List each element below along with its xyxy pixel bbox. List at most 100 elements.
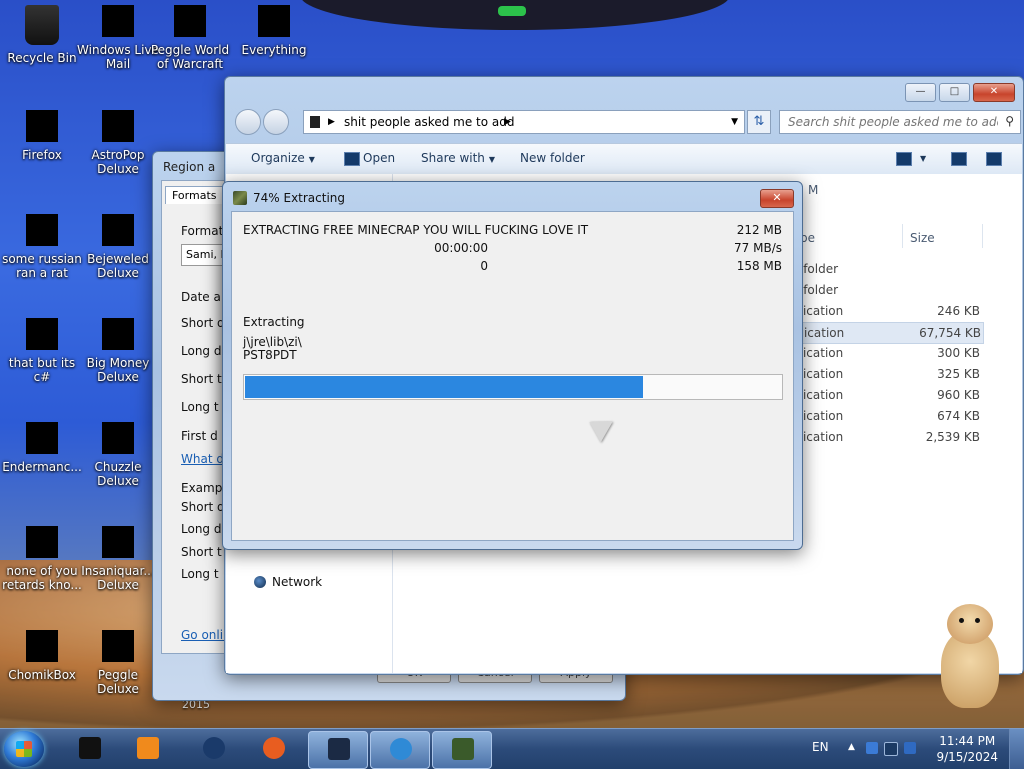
extract-dialog-content: EXTRACTING FREE MINECRAP YOU WILL FUCKIN… <box>231 211 794 541</box>
file-row[interactable]: plication 325 KB <box>792 364 982 384</box>
file-row[interactable]: plication 2,539 KB <box>792 427 982 447</box>
view-options-icon[interactable] <box>896 152 912 166</box>
chomikbox-icon <box>26 630 58 662</box>
file-size: 2,539 KB <box>925 430 980 444</box>
file-row[interactable]: plication 674 KB <box>792 406 982 426</box>
app-icon <box>79 737 101 759</box>
breadcrumb[interactable]: shit people asked me to add <box>344 111 514 133</box>
help-icon[interactable] <box>986 152 1002 166</box>
column-separator[interactable] <box>982 224 983 248</box>
chevron-right-icon[interactable]: ▶ <box>504 111 511 133</box>
share-with-button[interactable]: Share with ▼ <box>421 151 495 165</box>
file-row[interactable]: plication 960 KB <box>792 385 982 405</box>
network-icon[interactable] <box>904 742 916 754</box>
desktop-icon[interactable]: Big Money Deluxe <box>76 318 160 384</box>
desktop-icon-label: none of you retards kno... <box>2 564 82 592</box>
desktop-icon[interactable]: ChomikBox <box>0 630 84 682</box>
file-row[interactable]: e folder <box>792 280 982 300</box>
chevron-down-icon[interactable]: ▼ <box>920 154 926 163</box>
maximize-icon[interactable]: □ <box>939 83 970 102</box>
example-long-date: Long d <box>181 522 222 536</box>
chevron-up-icon[interactable]: ▲ <box>848 742 855 752</box>
close-icon[interactable]: ✕ <box>973 83 1015 102</box>
forward-icon[interactable] <box>263 109 289 135</box>
minecraft-icon <box>452 738 474 760</box>
desktop-icon[interactable]: Everything <box>232 5 316 57</box>
minimize-icon[interactable]: — <box>905 83 936 102</box>
desktop-icon-label: Big Money Deluxe <box>86 356 150 384</box>
extract-dialog[interactable]: 74% Extracting ✕ EXTRACTING FREE MINECRA… <box>222 181 803 550</box>
column-separator[interactable] <box>902 224 903 248</box>
desktop-icon[interactable]: that but its c# <box>0 318 84 384</box>
clock[interactable]: 11:44 PM 9/15/2024 <box>936 733 998 765</box>
globe-icon <box>203 737 225 759</box>
preview-pane-icon[interactable] <box>951 152 967 166</box>
tab-formats[interactable]: Formats <box>165 186 224 204</box>
nav-item-label: Network <box>272 575 323 589</box>
desktop-icon[interactable]: Endermanc... <box>0 422 84 474</box>
window-icon <box>328 738 350 760</box>
taskbar-app[interactable] <box>308 731 368 769</box>
taskbar-app[interactable] <box>60 731 118 767</box>
bejeweled-icon <box>102 214 134 246</box>
hamster-mascot <box>935 600 1005 710</box>
desktop-icon[interactable]: Insaniquar... Deluxe <box>76 526 160 592</box>
shield-icon[interactable] <box>866 742 878 754</box>
taskbar-app[interactable] <box>244 731 302 767</box>
chevron-right-icon[interactable]: ▶ <box>328 111 335 133</box>
desktop-icon[interactable]: Peggle Deluxe <box>76 630 160 696</box>
organize-button[interactable]: Organize ▼ <box>251 151 315 165</box>
desktop-icon[interactable]: some russian ran a rat <box>0 214 84 280</box>
file-row[interactable]: plication 246 KB <box>792 301 982 321</box>
desktop-icon-label: Peggle Deluxe <box>97 668 139 696</box>
chevron-down-icon[interactable]: ▼ <box>731 111 738 133</box>
taskbar: EN ▲ 11:44 PM 9/15/2024 <box>0 728 1024 769</box>
minecraft-icon <box>233 191 247 205</box>
firefox-icon <box>26 110 58 142</box>
desktop-icon[interactable]: Chuzzle Deluxe <box>76 422 160 488</box>
desktop-icon[interactable]: Recycle Bin <box>0 5 84 65</box>
file-row[interactable]: e folder <box>792 259 982 279</box>
desktop-icon[interactable]: AstroPop Deluxe <box>76 110 160 176</box>
taskbar-app[interactable] <box>118 731 176 767</box>
close-icon[interactable]: ✕ <box>760 189 794 208</box>
chevron-down-icon: ▼ <box>488 155 496 164</box>
show-desktop-button[interactable] <box>1009 729 1024 769</box>
search-box[interactable]: ⚲ <box>779 110 1021 134</box>
desktop-icon-label: Firefox <box>22 148 62 162</box>
progress-bar <box>243 374 783 400</box>
example-short-date: Short d <box>181 500 225 514</box>
file-size: 960 KB <box>937 388 980 402</box>
clock-time: 11:44 PM <box>939 734 996 748</box>
display-icon[interactable] <box>884 742 898 756</box>
desktop-icon[interactable]: Bejeweled Deluxe <box>76 214 160 280</box>
taskbar-app[interactable] <box>370 731 430 769</box>
address-bar[interactable]: ▶ shit people asked me to add ▶ ▼ <box>303 110 745 134</box>
open-button[interactable]: Open <box>363 151 395 165</box>
column-header-date-modified[interactable]: M <box>808 183 818 197</box>
search-input[interactable] <box>786 111 1000 133</box>
desktop-icon[interactable]: none of you retards kno... <box>0 526 84 592</box>
start-button[interactable] <box>4 731 44 767</box>
file-row[interactable]: plication 67,754 KB <box>792 322 984 344</box>
taskbar-app[interactable] <box>432 731 492 769</box>
desktop-icon[interactable]: Firefox <box>0 110 84 162</box>
open-icon <box>344 152 360 166</box>
nav-item-network[interactable]: Network <box>254 575 322 589</box>
language-indicator[interactable]: EN <box>812 740 829 754</box>
column-header-size[interactable]: Size <box>910 231 935 245</box>
desktop-icon[interactable]: Peggle World of Warcraft <box>148 5 232 71</box>
file-row[interactable]: plication 300 KB <box>792 343 982 363</box>
back-icon[interactable] <box>235 109 261 135</box>
new-folder-button[interactable]: New folder <box>520 151 585 165</box>
taskbar-app[interactable] <box>184 731 242 767</box>
recycle-bin-icon <box>25 5 59 45</box>
app-icon <box>26 318 58 350</box>
what-notation-link[interactable]: What d <box>181 452 224 466</box>
refresh-icon[interactable]: ⇅ <box>747 110 771 134</box>
long-time-label: Long t <box>181 400 219 414</box>
search-icon[interactable]: ⚲ <box>1005 114 1014 128</box>
mail-icon <box>102 5 134 37</box>
file-size: 325 KB <box>937 367 980 381</box>
current-file: PST8PDT <box>243 348 297 362</box>
